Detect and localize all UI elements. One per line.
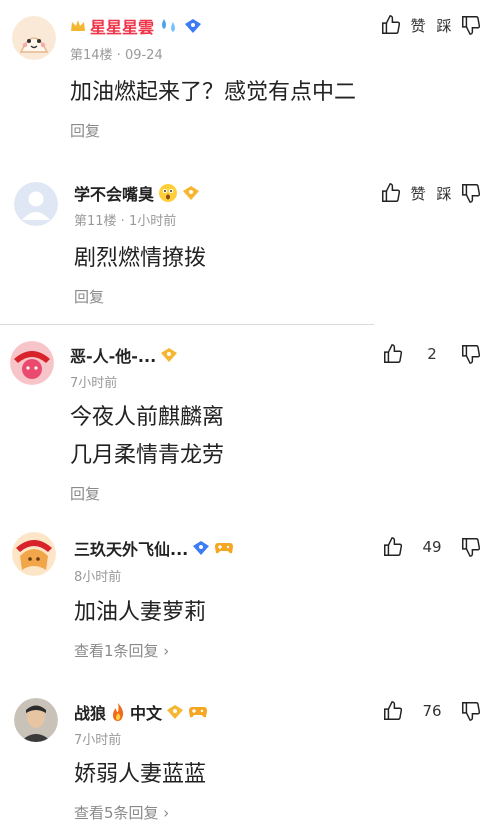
avatar[interactable] [14,698,58,742]
vote-actions: 赞 踩 [380,14,482,36]
thumbs-up-icon[interactable] [380,182,402,204]
comment-text-line[interactable]: 几月柔情青龙劳 [70,439,224,473]
username[interactable]: 学不会嘴臭 [74,181,154,205]
thumbs-up-icon[interactable] [380,14,402,36]
vote-actions: 赞 踩 [380,182,482,204]
thumbs-up-icon[interactable] [382,700,404,722]
username-suffix[interactable]: 中文 [130,700,162,724]
dislike-label[interactable]: 踩 [434,183,454,204]
floor-time: 第14楼 · 09-24 [70,48,163,63]
avatar[interactable] [10,341,54,385]
username[interactable]: 恶-人-他-... [70,343,156,367]
shocked-face-icon [158,183,178,203]
like-label[interactable]: 赞 [408,15,428,36]
vote-actions: 76 [382,700,482,722]
username[interactable]: 战狼 [74,700,106,724]
level-badge-icon [160,347,178,363]
gamepad-icon [214,541,234,555]
level-badge-icon [182,185,200,201]
thumbs-down-icon[interactable] [460,536,482,558]
vote-actions: 49 [382,536,482,558]
vote-actions: 2 [382,343,482,365]
like-count: 49 [422,538,442,556]
droplets-icon [158,17,180,35]
avatar[interactable] [12,16,56,60]
timestamp: 7小时前 [70,376,118,391]
diamond-badge-icon [184,18,202,34]
flame-icon [110,702,126,722]
comment-item: 三玖天外飞仙... 8小时前 加油人妻萝莉 查看1条回复 › 49 [0,512,496,676]
thumbs-down-icon[interactable] [460,343,482,365]
thumbs-up-icon[interactable] [382,536,404,558]
comment-text[interactable]: 剧烈燃情撩拨 [74,242,206,276]
thumbs-down-icon[interactable] [460,700,482,722]
comment-item: 战狼 中文 7小时前 娇弱人妻蓝蓝 查看5条回复 › 76 [0,676,496,838]
comment-item: 恶-人-他-... 7小时前 今夜人前麒麟离 几月柔情青龙劳 回复 2 [0,325,496,512]
username-row: 三玖天外飞仙... [74,536,234,560]
reply-button[interactable]: 回复 [70,483,100,504]
thumbs-up-icon[interactable] [382,343,404,365]
crown-icon [70,19,86,33]
gamepad-icon [188,705,208,719]
view-replies-button[interactable]: 查看5条回复 › [74,802,169,823]
like-count: 76 [422,702,442,720]
comment-text[interactable]: 加油人妻萝莉 [74,596,206,630]
reply-button[interactable]: 回复 [74,286,104,307]
username-row: 战狼 中文 [74,700,208,724]
comment-item: 学不会嘴臭 第11楼 · 1小时前 剧烈燃情撩拨 回复 赞 踩 [0,160,496,324]
level-badge-icon [166,704,184,720]
thumbs-down-icon[interactable] [460,14,482,36]
username-row: 恶-人-他-... [70,343,178,367]
diamond-badge-icon [192,540,210,556]
comment-text[interactable]: 加油燃起来了？感觉有点中二 [70,76,356,110]
username-row: 星星星雲 [70,14,202,38]
comment-item: 星星星雲 第14楼 · 09-24 加油燃起来了？感觉有点中二 回复 赞 踩 [0,0,496,160]
comment-text-line[interactable]: 今夜人前麒麟离 [70,401,224,435]
username-row: 学不会嘴臭 [74,181,200,205]
timestamp: 8小时前 [74,570,122,585]
floor-time: 第11楼 · 1小时前 [74,214,177,229]
avatar[interactable] [14,182,58,226]
view-replies-button[interactable]: 查看1条回复 › [74,640,169,661]
username[interactable]: 三玖天外飞仙... [74,536,188,560]
thumbs-down-icon[interactable] [460,182,482,204]
username[interactable]: 星星星雲 [90,14,154,38]
like-count: 2 [427,345,437,363]
like-label[interactable]: 赞 [408,183,428,204]
dislike-label[interactable]: 踩 [434,15,454,36]
reply-button[interactable]: 回复 [70,120,100,141]
comment-text[interactable]: 娇弱人妻蓝蓝 [74,758,206,792]
avatar[interactable] [12,532,56,576]
timestamp: 7小时前 [74,733,122,748]
